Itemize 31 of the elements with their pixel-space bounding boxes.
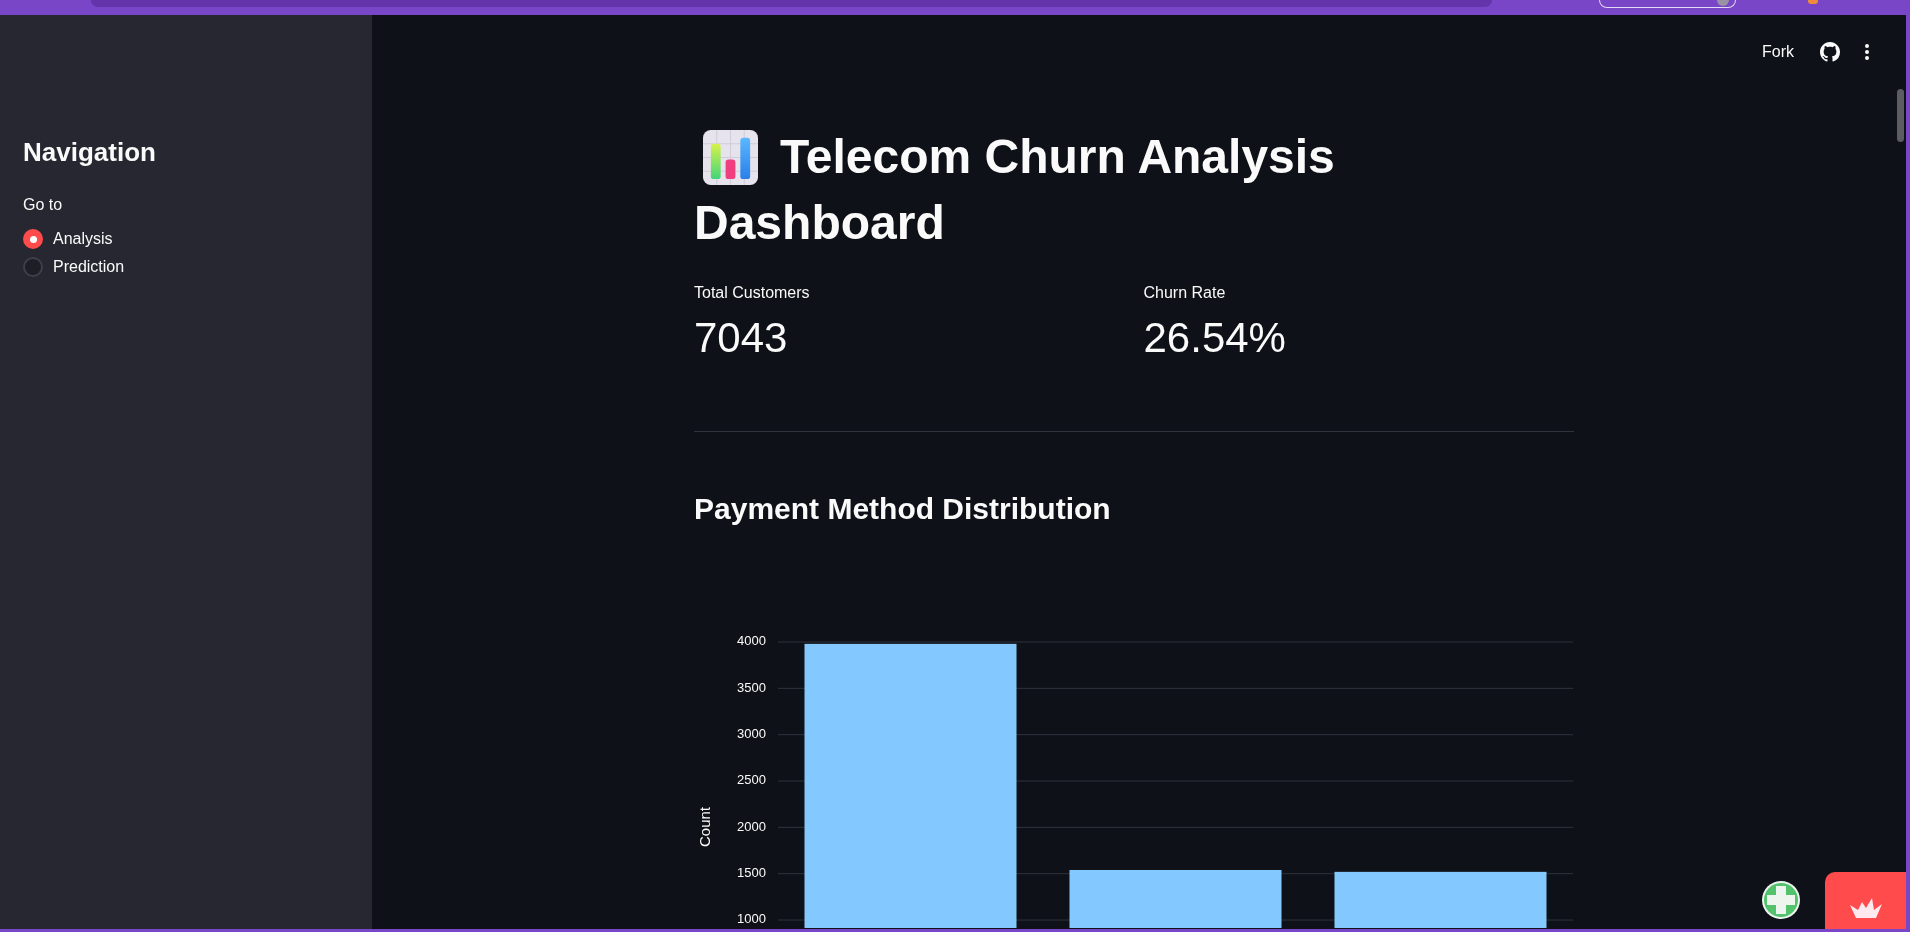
radio-option[interactable]: Prediction bbox=[23, 253, 125, 281]
y-tick-label: 2500 bbox=[737, 772, 766, 788]
y-axis-label: Count bbox=[696, 807, 713, 847]
radio-option[interactable]: Analysis bbox=[23, 225, 113, 253]
radio-button-icon[interactable] bbox=[23, 257, 43, 277]
radio-group-label: Go to bbox=[23, 195, 63, 215]
y-tick-label: 1500 bbox=[737, 865, 766, 881]
y-tick-label: 2000 bbox=[737, 818, 766, 834]
section-title: Payment Method Distribution bbox=[694, 491, 1111, 527]
fork-button[interactable]: Fork bbox=[1762, 42, 1794, 62]
page-title: Telecom Churn Analysis bbox=[780, 129, 1335, 185]
metric-value: 7043 bbox=[694, 313, 788, 363]
y-tick-label: 3000 bbox=[737, 726, 766, 742]
plus-icon[interactable] bbox=[1761, 880, 1801, 920]
crown-icon bbox=[1849, 898, 1882, 918]
metric-label: Total Customers bbox=[694, 283, 810, 303]
y-tick-label: 3500 bbox=[737, 679, 766, 695]
page-title: Dashboard bbox=[694, 195, 945, 251]
metric-label: Churn Rate bbox=[1143, 283, 1226, 303]
y-tick-label: 1000 bbox=[737, 911, 766, 927]
radio-button-icon[interactable] bbox=[23, 229, 43, 249]
crown-button[interactable] bbox=[1825, 872, 1906, 929]
bar-chart-icon bbox=[703, 129, 758, 185]
metric-value: 26.54% bbox=[1143, 313, 1286, 363]
scrollbar[interactable] bbox=[1897, 89, 1904, 142]
github-icon[interactable] bbox=[1820, 42, 1840, 62]
more-vertical-icon bbox=[1865, 44, 1869, 60]
y-tick-label: 4000 bbox=[737, 633, 766, 649]
browser-extension-icon[interactable] bbox=[1808, 0, 1818, 4]
menu-button[interactable] bbox=[1862, 43, 1872, 61]
sidebar-title: Navigation bbox=[23, 136, 156, 169]
